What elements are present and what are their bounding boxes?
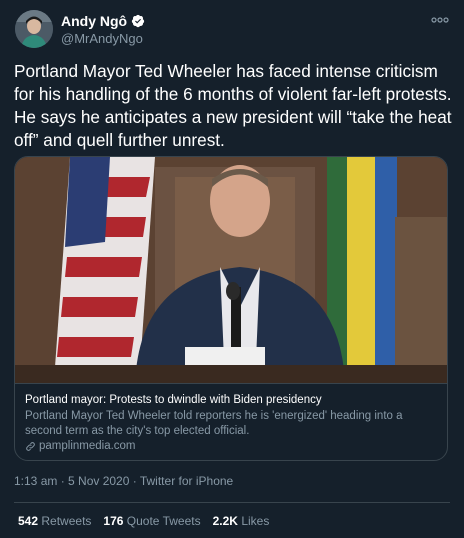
retweets-stat[interactable]: 542 Retweets (18, 514, 91, 528)
link-icon (26, 441, 35, 451)
tweet: Andy Ngô @MrAndyNgo Portland Mayor Ted W… (0, 0, 464, 538)
tweet-stats: 542 Retweets 176 Quote Tweets 2.2K Likes (18, 514, 269, 528)
verified-badge-icon (131, 14, 145, 28)
tweet-text: Portland Mayor Ted Wheeler has faced int… (14, 61, 457, 150)
card-image (15, 157, 447, 383)
likes-label: Likes (241, 514, 270, 528)
tweet-timestamp[interactable]: 1:13 am · 5 Nov 2020 · Twitter for iPhon… (14, 474, 233, 488)
card-domain-text: pamplinmedia.com (39, 440, 136, 452)
retweets-label: Retweets (41, 514, 92, 528)
likes-stat[interactable]: 2.2K Likes (213, 514, 270, 528)
divider (14, 502, 450, 503)
display-name[interactable]: Andy Ngô (61, 13, 127, 29)
more-options-icon[interactable] (430, 13, 450, 27)
user-handle[interactable]: @MrAndyNgo (61, 31, 143, 46)
quote-tweets-stat[interactable]: 176 Quote Tweets (103, 514, 200, 528)
avatar-image (15, 10, 53, 48)
quote-tweets-count: 176 (103, 514, 124, 528)
likes-count: 2.2K (212, 514, 238, 528)
card-title: Portland mayor: Protests to dwindle with… (25, 394, 322, 406)
card-domain: pamplinmedia.com (25, 440, 136, 452)
retweets-count: 542 (18, 514, 39, 528)
card-description: Portland Mayor Ted Wheeler told reporter… (25, 410, 403, 437)
quote-tweets-label: Quote Tweets (126, 514, 201, 528)
link-card[interactable]: Portland mayor: Protests to dwindle with… (14, 156, 448, 461)
avatar[interactable] (15, 10, 53, 48)
